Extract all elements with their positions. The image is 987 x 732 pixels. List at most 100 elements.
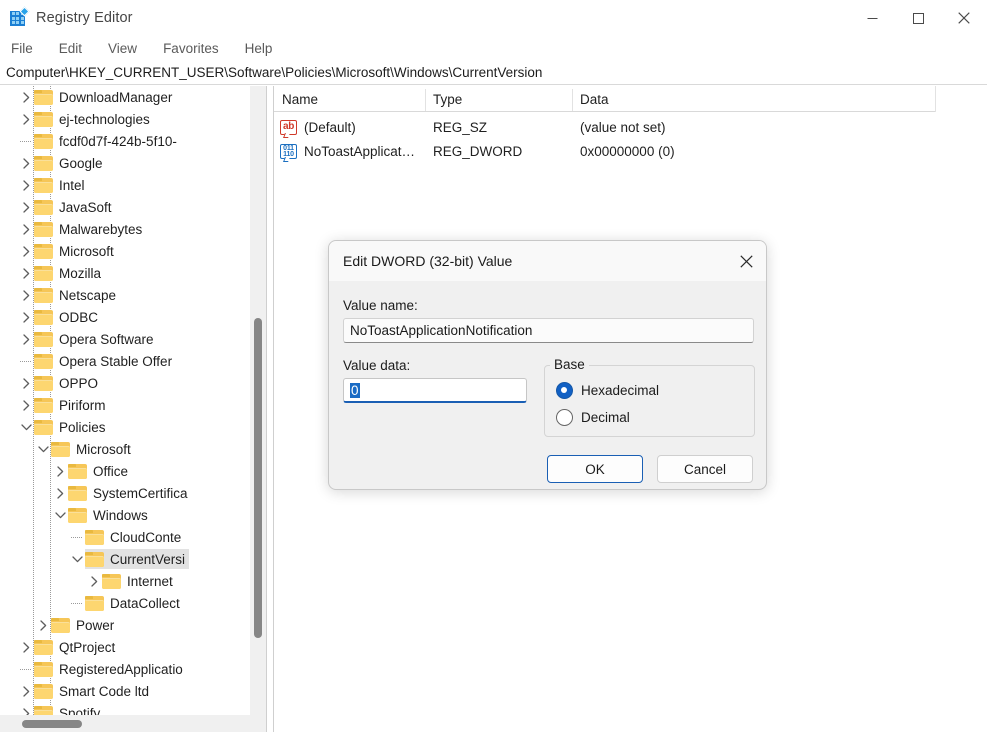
tree-item-label: Opera Stable Offer <box>59 353 173 369</box>
tree-item-label: Opera Software <box>59 331 154 347</box>
tree-item-currentversi[interactable]: CurrentVersi <box>0 548 266 570</box>
folder-icon <box>68 485 87 501</box>
chevron-down-icon[interactable] <box>52 504 68 526</box>
chevron-right-icon[interactable] <box>18 196 34 218</box>
tree-item-javasoft[interactable]: JavaSoft <box>0 196 266 218</box>
tree-stub <box>18 130 34 152</box>
tree-item-oppo[interactable]: OPPO <box>0 372 266 394</box>
chevron-right-icon[interactable] <box>35 614 51 636</box>
tree-horizontal-scrollbar[interactable] <box>0 715 266 732</box>
chevron-right-icon[interactable] <box>18 372 34 394</box>
folder-icon <box>85 529 104 545</box>
chevron-down-icon[interactable] <box>18 416 34 438</box>
registry-tree-pane[interactable]: DownloadManager ej-technologies fcdf0d7f-4… <box>0 86 266 715</box>
tree-item-fcdf0d7f-424b-5f10[interactable]: fcdf0d7f-424b-5f10- <box>0 130 266 152</box>
chevron-right-icon[interactable] <box>18 262 34 284</box>
tree-item-malwarebytes[interactable]: Malwarebytes <box>0 218 266 240</box>
chevron-right-icon[interactable] <box>18 636 34 658</box>
tree-item-label: RegisteredApplicatio <box>59 661 183 677</box>
tree-item-registeredapplicatio[interactable]: RegisteredApplicatio <box>0 658 266 680</box>
tree-item-qtproject[interactable]: QtProject <box>0 636 266 658</box>
tree-item-spotify[interactable]: Spotify <box>0 702 266 715</box>
tree-item-label: Internet <box>127 573 173 589</box>
dialog-body: Value name: NoToastApplicationNotificati… <box>329 281 766 489</box>
tree-item-power[interactable]: Power <box>0 614 266 636</box>
tree-item-windows[interactable]: Windows <box>0 504 266 526</box>
chevron-right-icon[interactable] <box>18 108 34 130</box>
chevron-right-icon[interactable] <box>18 394 34 416</box>
folder-icon <box>34 331 53 347</box>
chevron-right-icon[interactable] <box>18 174 34 196</box>
tree-item-microsoft[interactable]: Microsoft <box>0 240 266 262</box>
cancel-button[interactable]: Cancel <box>657 455 753 483</box>
tree-item-cloudconte[interactable]: CloudConte <box>0 526 266 548</box>
chevron-right-icon[interactable] <box>18 86 34 108</box>
tree-item-microsoft[interactable]: Microsoft <box>0 438 266 460</box>
value-data-input[interactable]: 0 <box>343 378 527 403</box>
tree-item-mozilla[interactable]: Mozilla <box>0 262 266 284</box>
radio-button-empty-icon <box>556 409 573 426</box>
column-header-type[interactable]: Type <box>425 86 572 112</box>
minimize-icon[interactable] <box>849 0 895 36</box>
tree-stub <box>18 350 34 372</box>
tree-item-odbc[interactable]: ODBC <box>0 306 266 328</box>
folder-icon <box>34 419 53 435</box>
chevron-right-icon[interactable] <box>52 460 68 482</box>
chevron-right-icon[interactable] <box>18 218 34 240</box>
menu-file[interactable]: File <box>11 39 33 58</box>
chevron-down-icon[interactable] <box>69 548 85 570</box>
value-name-input[interactable]: NoToastApplicationNotification <box>343 318 754 343</box>
scrollbar-thumb[interactable] <box>254 318 262 638</box>
chevron-right-icon[interactable] <box>18 306 34 328</box>
scrollbar-thumb[interactable] <box>22 720 82 728</box>
radio-button-filled-icon <box>556 382 573 399</box>
tree-item-policies[interactable]: Policies <box>0 416 266 438</box>
chevron-right-icon[interactable] <box>86 570 102 592</box>
tree-vertical-scrollbar[interactable] <box>250 86 266 715</box>
tree-item-opera-software[interactable]: Opera Software <box>0 328 266 350</box>
tree-item-label: Mozilla <box>59 265 102 281</box>
radio-decimal-label: Decimal <box>581 410 630 425</box>
tree-item-label: Google <box>59 155 103 171</box>
tree-item-intel[interactable]: Intel <box>0 174 266 196</box>
tree-item-smart-code-ltd[interactable]: Smart Code ltd <box>0 680 266 702</box>
table-row[interactable]: ab (Default) REG_SZ (value not set) <box>274 116 935 139</box>
radio-hexadecimal[interactable]: Hexadecimal <box>556 382 659 399</box>
chevron-right-icon[interactable] <box>18 240 34 262</box>
chevron-right-icon[interactable] <box>18 152 34 174</box>
value-data: 0x00000000 (0) <box>580 144 675 159</box>
chevron-down-icon[interactable] <box>35 438 51 460</box>
address-bar[interactable]: Computer\HKEY_CURRENT_USER\Software\Poli… <box>0 61 987 85</box>
tree-item-internet[interactable]: Internet <box>0 570 266 592</box>
chevron-right-icon[interactable] <box>18 284 34 306</box>
maximize-icon[interactable] <box>895 0 941 36</box>
tree-item-systemcertifica[interactable]: SystemCertifica <box>0 482 266 504</box>
column-header-data[interactable]: Data <box>572 86 935 112</box>
tree-item-piriform[interactable]: Piriform <box>0 394 266 416</box>
pane-splitter[interactable] <box>266 86 274 732</box>
chevron-right-icon[interactable] <box>52 482 68 504</box>
tree-item-google[interactable]: Google <box>0 152 266 174</box>
menu-view[interactable]: View <box>108 39 137 58</box>
tree-item-office[interactable]: Office <box>0 460 266 482</box>
tree-item-ej-technologies[interactable]: ej-technologies <box>0 108 266 130</box>
tree-item-opera-stable-offer[interactable]: Opera Stable Offer <box>0 350 266 372</box>
chevron-right-icon[interactable] <box>18 702 34 715</box>
tree-item-downloadmanager[interactable]: DownloadManager <box>0 86 266 108</box>
tree-item-netscape[interactable]: Netscape <box>0 284 266 306</box>
menu-favorites[interactable]: Favorites <box>163 39 219 58</box>
column-header-name[interactable]: Name <box>274 86 425 112</box>
folder-icon <box>34 133 53 149</box>
tree-item-datacollect[interactable]: DataCollect <box>0 592 266 614</box>
ok-button[interactable]: OK <box>547 455 643 483</box>
tree-item-label: Intel <box>59 177 85 193</box>
chevron-right-icon[interactable] <box>18 680 34 702</box>
close-icon[interactable] <box>941 0 987 36</box>
chevron-right-icon[interactable] <box>18 328 34 350</box>
radio-decimal[interactable]: Decimal <box>556 409 630 426</box>
close-icon[interactable] <box>724 241 766 281</box>
table-row[interactable]: 011 110 NoToastApplicat… REG_DWORD 0x0000… <box>274 140 935 163</box>
menu-bar: File Edit View Favorites Help <box>0 36 987 61</box>
menu-edit[interactable]: Edit <box>59 39 82 58</box>
menu-help[interactable]: Help <box>245 39 273 58</box>
